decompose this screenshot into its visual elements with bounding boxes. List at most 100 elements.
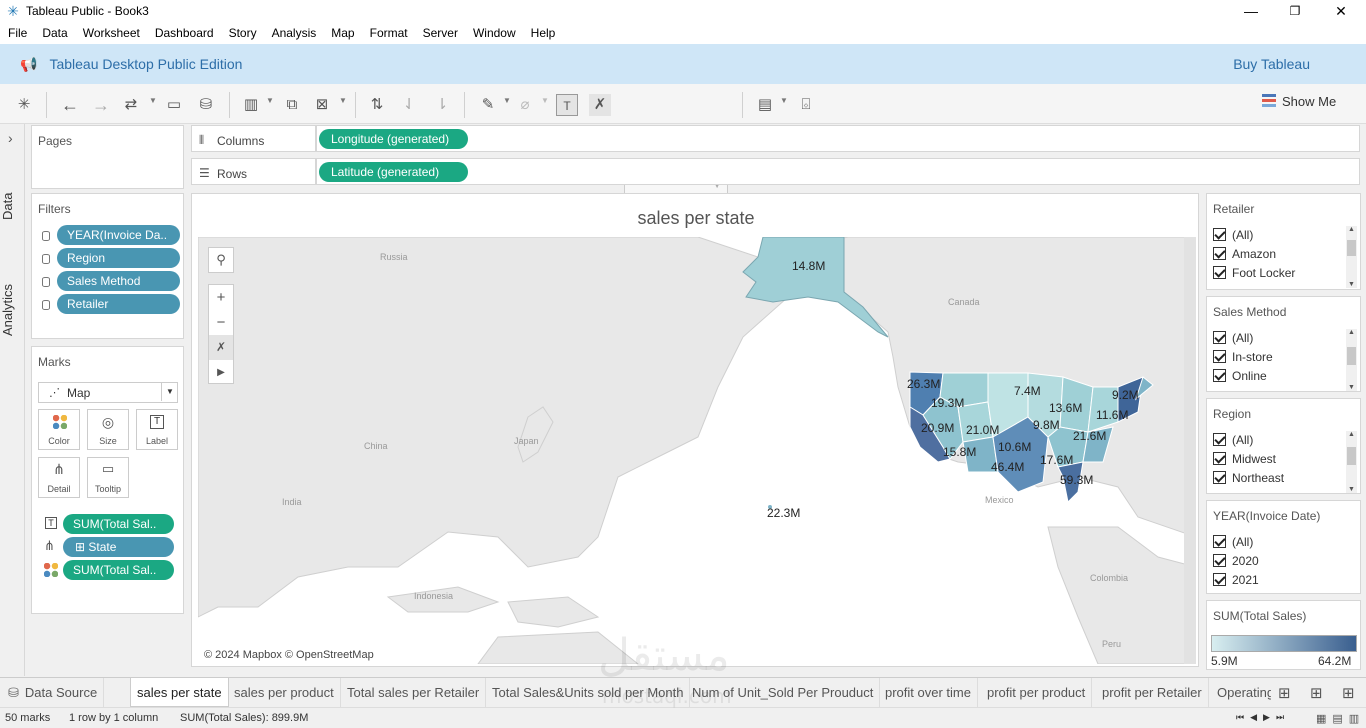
columns-pill-longitude[interactable]: Longitude (generated): [319, 129, 468, 149]
expand-panel-icon[interactable]: ›: [8, 130, 13, 146]
checkbox-checked-icon[interactable]: [1213, 471, 1226, 484]
color-button[interactable]: Color: [38, 409, 80, 450]
menu-window[interactable]: Window: [467, 26, 522, 40]
fix-axes-icon[interactable]: ✗: [589, 94, 611, 116]
show-me-button[interactable]: Show Me: [1262, 94, 1336, 109]
columns-shelf[interactable]: Longitude (generated): [316, 125, 1360, 152]
region-option-northeast[interactable]: Northeast: [1213, 471, 1284, 489]
checkbox-checked-icon[interactable]: [1213, 433, 1226, 446]
close-button[interactable]: ✕: [1318, 0, 1364, 22]
marks-field-label-sum[interactable]: SUM(Total Sal..: [63, 514, 174, 534]
scroll-thumb[interactable]: [1347, 347, 1356, 365]
scroll-down-icon[interactable]: ▼: [1346, 281, 1357, 288]
tab-sales-per-state[interactable]: sales per state: [130, 678, 229, 707]
new-dashboard-icon[interactable]: ⊞: [1310, 684, 1323, 702]
zoom-in-button[interactable]: +: [209, 285, 233, 310]
checkbox-checked-icon[interactable]: [1213, 247, 1226, 260]
tab-profit-over-time[interactable]: profit over time: [879, 678, 978, 707]
tab-data-source[interactable]: ⛁ Data Source: [0, 678, 105, 707]
sort-descending-icon[interactable]: ⇂: [431, 94, 453, 116]
map-attribution[interactable]: © 2024 Mapbox © OpenStreetMap: [204, 649, 374, 661]
tab-operating[interactable]: Operating: [1211, 678, 1271, 707]
dropdown-arrow-icon[interactable]: ▼: [780, 96, 788, 105]
scroll-down-icon[interactable]: ▼: [1346, 384, 1357, 391]
checkbox-checked-icon[interactable]: [1213, 452, 1226, 465]
minimize-button[interactable]: —: [1228, 0, 1274, 22]
color-ramp[interactable]: [1211, 635, 1357, 652]
region-option-all[interactable]: (All): [1213, 433, 1253, 451]
tab-data[interactable]: Data: [0, 186, 25, 226]
menu-worksheet[interactable]: Worksheet: [77, 26, 146, 40]
group-members-icon[interactable]: ⌀: [514, 94, 536, 116]
tab-profit-per-product[interactable]: profit per product: [981, 678, 1093, 707]
tab-sales-per-product[interactable]: sales per product: [228, 678, 341, 707]
save-icon[interactable]: ▭: [163, 94, 185, 116]
menu-dashboard[interactable]: Dashboard: [149, 26, 220, 40]
sales-method-option-in-store[interactable]: In-store: [1213, 350, 1273, 368]
marks-field-state[interactable]: ⊞ State: [63, 537, 174, 557]
checkbox-checked-icon[interactable]: [1213, 573, 1226, 586]
menu-map[interactable]: Map: [325, 26, 360, 40]
checkbox-checked-icon[interactable]: [1213, 350, 1226, 363]
retailer-option-foot-locker[interactable]: Foot Locker: [1213, 266, 1295, 284]
dropdown-arrow-icon[interactable]: ▼: [149, 96, 157, 105]
year-option-2020[interactable]: 2020: [1213, 554, 1259, 572]
retailer-scrollbar[interactable]: ▲ ▼: [1346, 226, 1357, 288]
tab-profit-per-retailer[interactable]: profit per Retailer: [1096, 678, 1209, 707]
detail-button[interactable]: ⋔ Detail: [38, 457, 80, 498]
pages-card[interactable]: Pages: [31, 125, 184, 189]
region-option-midwest[interactable]: Midwest: [1213, 452, 1276, 470]
dropdown-arrow-icon[interactable]: ▼: [541, 96, 549, 105]
zoom-out-button[interactable]: −: [209, 310, 233, 335]
rows-shelf[interactable]: Latitude (generated): [316, 158, 1360, 185]
year-option-2021[interactable]: 2021: [1213, 573, 1259, 591]
menu-format[interactable]: Format: [364, 26, 414, 40]
sales-method-option-online[interactable]: Online: [1213, 369, 1267, 387]
new-worksheet-icon[interactable]: ⊞: [1278, 684, 1291, 702]
rows-pill-latitude[interactable]: Latitude (generated): [319, 162, 468, 182]
view-scrollbar[interactable]: [1184, 237, 1196, 664]
show-hide-cards-icon[interactable]: ▤: [754, 94, 776, 116]
sales-method-option-all[interactable]: (All): [1213, 331, 1253, 349]
menu-data[interactable]: Data: [36, 26, 73, 40]
menu-story[interactable]: Story: [223, 26, 263, 40]
view-title[interactable]: sales per state: [192, 208, 1200, 229]
sales-method-scrollbar[interactable]: ▲ ▼: [1346, 329, 1357, 391]
tooltip-button[interactable]: ▭ Tooltip: [87, 457, 129, 498]
menu-server[interactable]: Server: [417, 26, 464, 40]
sheet-navigation-icons[interactable]: ⏮◀▶⏭: [1236, 712, 1290, 723]
new-data-source-icon[interactable]: ⛁: [195, 94, 217, 116]
scroll-thumb[interactable]: [1347, 240, 1356, 256]
checkbox-checked-icon[interactable]: [1213, 331, 1226, 344]
filters-card[interactable]: Filters YEAR(Invoice Da.. Region Sales M…: [31, 193, 184, 339]
buy-tableau-link[interactable]: Buy Tableau: [1233, 56, 1310, 72]
checkbox-checked-icon[interactable]: [1213, 554, 1226, 567]
menu-file[interactable]: File: [2, 26, 33, 40]
filter-pill-region[interactable]: Region: [57, 248, 180, 268]
swap-rows-columns-icon[interactable]: ⇅: [366, 94, 388, 116]
retailer-option-all[interactable]: (All): [1213, 228, 1253, 246]
map-canvas[interactable]: Russia Canada China Japan India Mexico I…: [198, 237, 1196, 664]
scroll-down-icon[interactable]: ▼: [1346, 486, 1357, 493]
scroll-up-icon[interactable]: ▲: [1346, 329, 1357, 336]
filter-pill-retailer[interactable]: Retailer: [57, 294, 180, 314]
dropdown-arrow-icon[interactable]: ▼: [503, 96, 511, 105]
new-worksheet-icon[interactable]: ▥: [240, 94, 262, 116]
duplicate-sheet-icon[interactable]: ⧉: [281, 94, 303, 116]
map-search-button[interactable]: ⚲: [208, 247, 234, 273]
scroll-thumb[interactable]: [1347, 447, 1356, 465]
label-button[interactable]: T Label: [136, 409, 178, 450]
redo-icon[interactable]: →: [90, 94, 112, 116]
checkbox-checked-icon[interactable]: [1213, 369, 1226, 382]
expand-plus-icon[interactable]: ⊞: [75, 540, 88, 554]
maximize-button[interactable]: ❐: [1272, 0, 1318, 22]
map-toolbar-expand-button[interactable]: ▶: [209, 360, 233, 385]
dropdown-arrow-icon[interactable]: ▼: [266, 96, 274, 105]
sort-ascending-icon[interactable]: ⇃: [398, 94, 420, 116]
mark-type-dropdown[interactable]: ⋰ Map ▼: [38, 382, 178, 403]
tab-total-sales-per-retailer[interactable]: Total sales per Retailer: [341, 678, 487, 707]
scroll-up-icon[interactable]: ▲: [1346, 226, 1357, 233]
replace-data-source-icon[interactable]: ⇄: [120, 94, 142, 116]
size-button[interactable]: ◎ Size: [87, 409, 129, 450]
show-mark-labels-icon[interactable]: T: [556, 94, 578, 116]
